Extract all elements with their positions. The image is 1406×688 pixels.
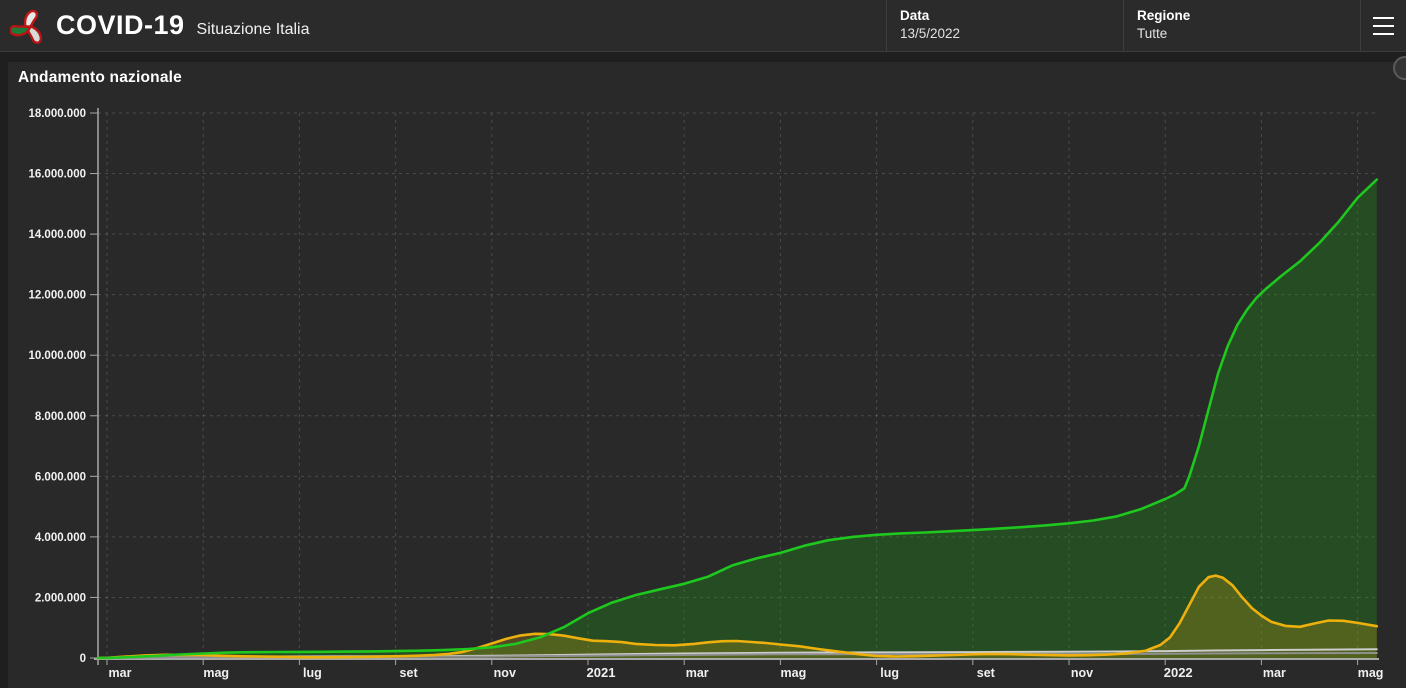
y-tick-label: 18.000.000 (28, 108, 86, 120)
x-tick-label: nov (494, 666, 516, 680)
chart-panel: Andamento nazionale 0 2.000.000 4.000.000 6… (8, 56, 1406, 688)
x-tick-label: lug (303, 666, 322, 680)
x-tick-label: 2021 (587, 665, 616, 680)
y-tick-label: 6.000.000 (35, 471, 86, 483)
y-tick-label: 0 (80, 653, 86, 665)
page: COVID-19 Situazione Italia Data 13/5/202… (0, 0, 1406, 688)
y-tick-label: 2.000.000 (35, 592, 86, 604)
y-tick-label: 10.000.000 (28, 350, 86, 362)
y-tick-label: 16.000.000 (28, 169, 86, 181)
y-tick-label: 14.000.000 (28, 229, 86, 241)
x-tick-label: mar (686, 666, 709, 680)
x-tick-label: mar (1263, 666, 1286, 680)
x-tick-label: 2022 (1164, 665, 1193, 680)
x-tick-label: mar (109, 666, 132, 680)
x-tick-label: lug (880, 666, 899, 680)
x-tick-label: mag (203, 666, 229, 680)
x-tick-label: mag (781, 666, 807, 680)
y-tick-label: 12.000.000 (28, 290, 86, 302)
x-tick-label: set (977, 666, 996, 680)
x-tick-label: mag (1358, 666, 1384, 680)
x-tick-label: nov (1071, 666, 1093, 680)
y-tick-label: 8.000.000 (35, 411, 86, 423)
y-tick-label: 4.000.000 (35, 532, 86, 544)
x-tick-label: set (400, 666, 419, 680)
serie-verde-area (97, 179, 1377, 658)
national-trend-chart[interactable]: 0 2.000.000 4.000.000 6.000.000 8.000.000 10.… (0, 0, 1406, 688)
